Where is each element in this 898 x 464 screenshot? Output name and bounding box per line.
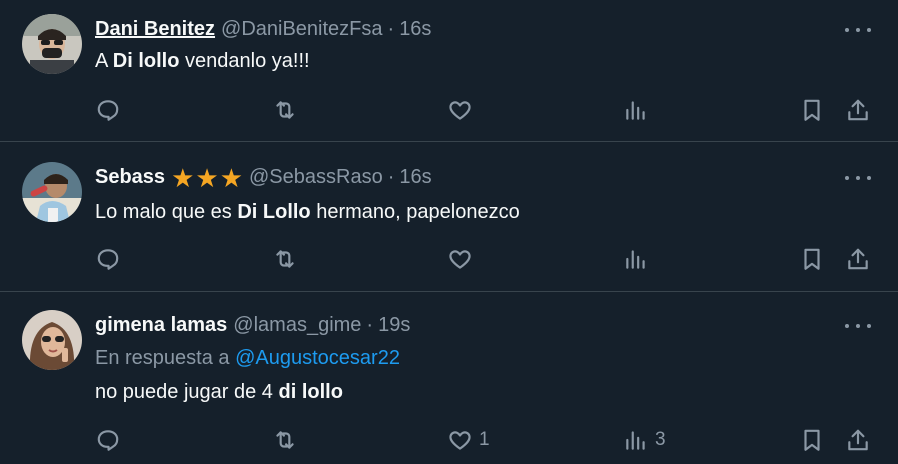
share-button[interactable] (845, 427, 871, 453)
views-icon (626, 431, 645, 450)
star-icon: ★ (171, 162, 195, 193)
bookmark-button[interactable] (799, 427, 825, 453)
views-button[interactable] (623, 97, 649, 123)
reply-mention-link[interactable]: @Augustocesar22 (235, 347, 400, 369)
views-button[interactable]: 3 (623, 427, 666, 453)
heart-icon (449, 101, 471, 120)
reply-button[interactable] (95, 97, 121, 123)
tweet-text-bold: Di Lollo (237, 201, 311, 223)
share-icon (848, 248, 868, 270)
tweet-text: Lo malo que es Di Lollo hermano, papelon… (95, 201, 520, 224)
avatar[interactable] (22, 14, 82, 74)
badge-stars: ★ ★ ★ (171, 162, 243, 193)
avatar[interactable] (22, 310, 82, 370)
display-name[interactable]: gimena lamas (95, 314, 227, 337)
tweet-text: no puede jugar de 4 di lollo (95, 381, 343, 404)
views-icon (626, 101, 645, 120)
tweet-header: Sebass ★ ★ ★ @SebassRaso · 16s (95, 162, 432, 193)
star-icon: ★ (219, 162, 243, 193)
tweet-header: Dani Benitez @DaniBenitezFsa · 16s (95, 18, 431, 41)
reply-icon (97, 430, 119, 451)
separator-dot: · (387, 18, 395, 40)
tweet-text: A Di lollo vendanlo ya!!! (95, 50, 310, 73)
reply-icon (97, 100, 119, 121)
more-icon[interactable] (845, 168, 871, 188)
user-handle[interactable]: @lamas_gime (233, 314, 361, 337)
timestamp[interactable]: 19s (378, 314, 410, 337)
views-icon (626, 250, 645, 269)
reply-label: En respuesta a (95, 347, 236, 369)
tweet-3[interactable]: gimena lamas @lamas_gime · 19s En respue… (0, 292, 898, 464)
tweet-text-bold: Di lollo (112, 50, 180, 72)
tweet-text-part: no puede jugar de 4 (95, 381, 279, 403)
retweet-icon (276, 250, 294, 268)
views-count: 3 (655, 429, 666, 450)
retweet-button[interactable] (272, 427, 298, 453)
bookmark-icon (804, 99, 820, 121)
timestamp[interactable]: 16s (399, 166, 431, 189)
heart-icon (449, 431, 471, 450)
tweet-header: gimena lamas @lamas_gime · 19s (95, 314, 410, 337)
retweet-icon (276, 431, 294, 449)
views-button[interactable] (623, 246, 649, 272)
like-button[interactable]: 1 (447, 427, 490, 453)
reply-context: En respuesta a @Augustocesar22 (95, 347, 400, 370)
heart-icon (449, 250, 471, 269)
tweet-text-part: vendanlo ya!!! (179, 50, 310, 72)
like-button[interactable] (447, 246, 473, 272)
share-button[interactable] (845, 97, 871, 123)
more-icon[interactable] (845, 20, 871, 40)
tweet-1[interactable]: Dani Benitez @DaniBenitezFsa · 16s A Di … (0, 0, 898, 141)
reply-button[interactable] (95, 246, 121, 272)
user-handle[interactable]: @SebassRaso (249, 166, 383, 189)
display-name[interactable]: Dani Benitez (95, 18, 215, 41)
reply-icon (97, 249, 119, 270)
display-name[interactable]: Sebass (95, 166, 165, 189)
star-icon: ★ (195, 162, 219, 193)
timestamp[interactable]: 16s (399, 18, 431, 41)
separator-dot: · (387, 166, 395, 188)
tweet-text-part: hermano, papelonezco (310, 201, 520, 223)
bookmark-button[interactable] (799, 97, 825, 123)
share-icon (848, 99, 868, 121)
tweet-text-part: A (95, 50, 113, 72)
retweet-button[interactable] (272, 246, 298, 272)
bookmark-button[interactable] (799, 246, 825, 272)
tweet-text-bold: di lollo (278, 381, 343, 403)
reply-button[interactable] (95, 427, 121, 453)
tweet-2[interactable]: Sebass ★ ★ ★ @SebassRaso · 16s Lo malo q… (0, 142, 898, 291)
avatar[interactable] (22, 162, 82, 222)
bookmark-icon (804, 248, 820, 270)
share-button[interactable] (845, 246, 871, 272)
separator-dot: · (366, 314, 374, 336)
more-icon[interactable] (845, 316, 871, 336)
retweet-icon (276, 101, 294, 119)
user-handle[interactable]: @DaniBenitezFsa (221, 18, 382, 41)
share-icon (848, 429, 868, 451)
like-button[interactable] (447, 97, 473, 123)
like-count: 1 (479, 429, 490, 450)
tweet-text-part: Lo malo que es (95, 201, 238, 223)
bookmark-icon (804, 429, 820, 451)
retweet-button[interactable] (272, 97, 298, 123)
